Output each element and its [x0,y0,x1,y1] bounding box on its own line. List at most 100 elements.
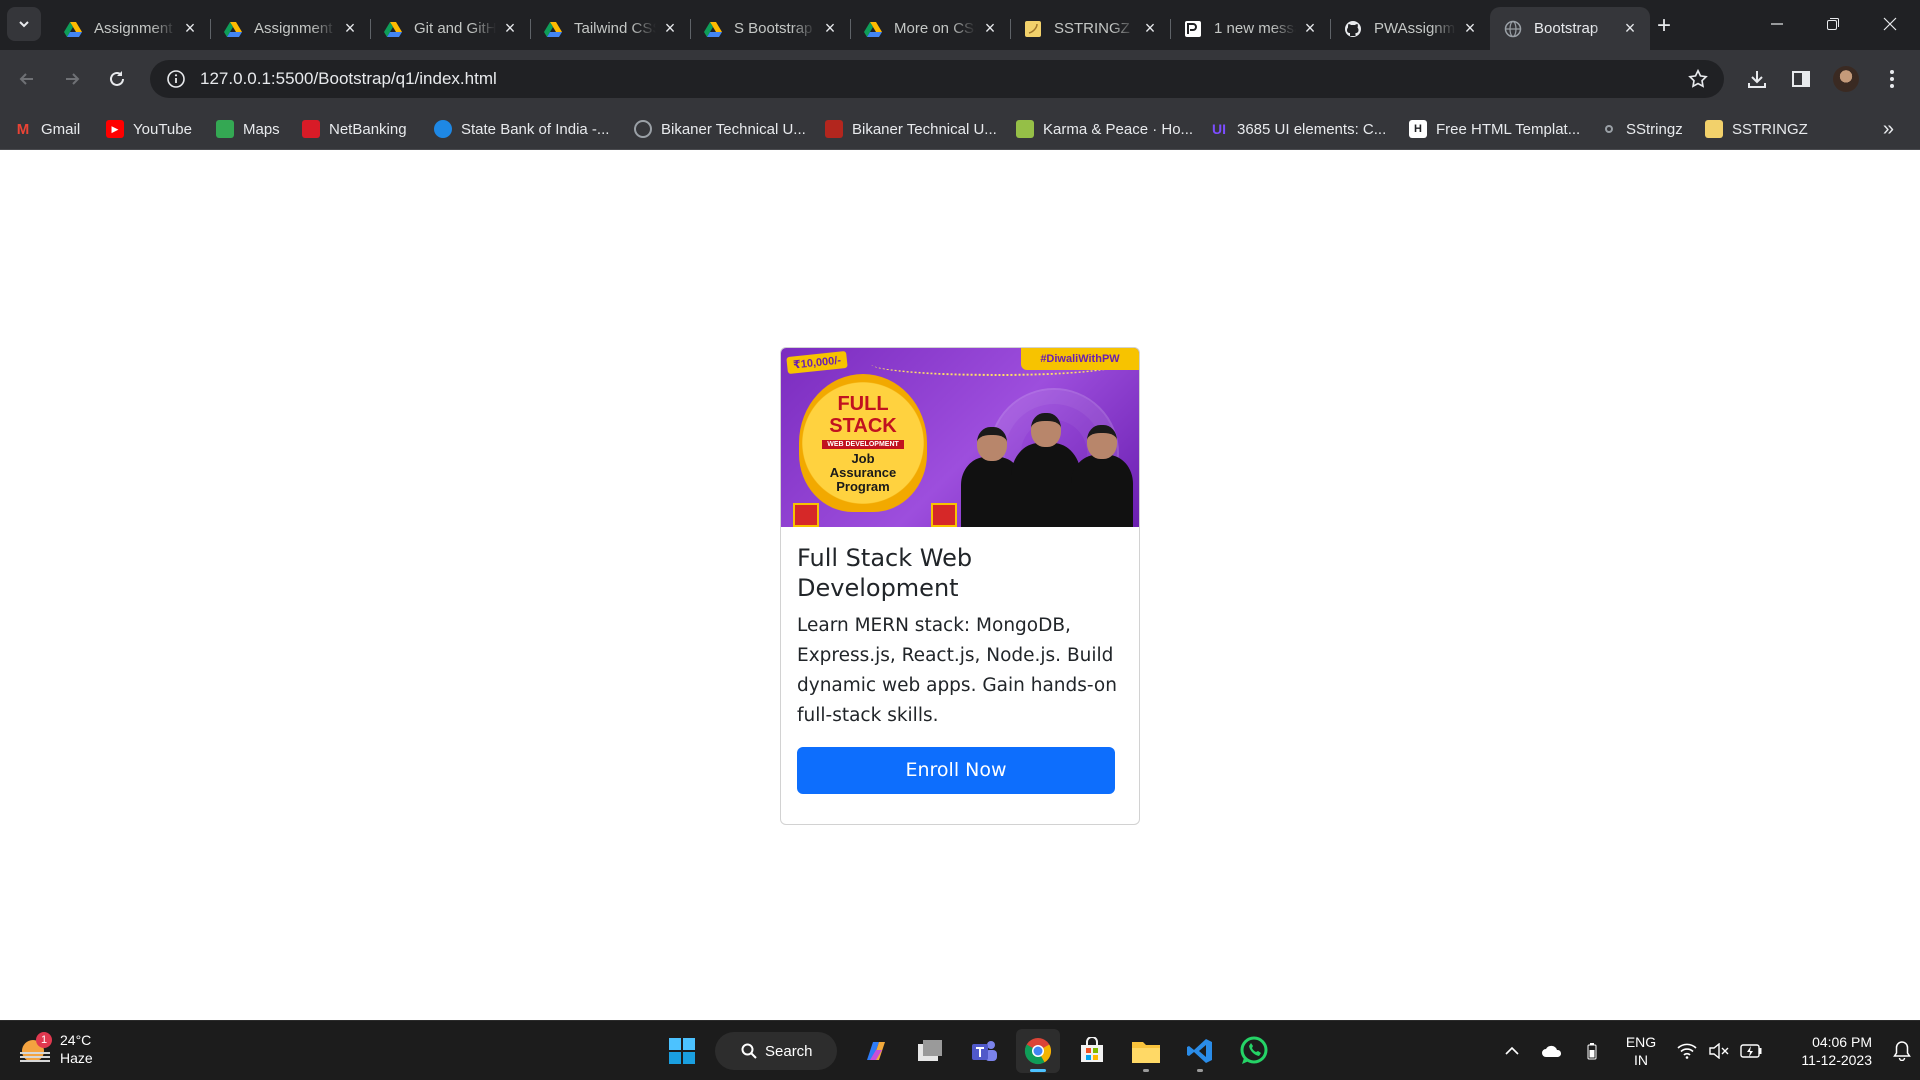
task-view-button[interactable] [908,1029,952,1073]
tab[interactable]: More on CSS × [850,7,1010,50]
tab[interactable]: Assignment × [210,7,370,50]
tab[interactable]: PWAssignment× [1330,7,1490,50]
bookmark-star-button[interactable] [1686,67,1710,91]
taskbar-search[interactable]: Search [715,1032,837,1070]
banner-price: ₹10,000/- [786,350,848,375]
battery-saver-button[interactable] [1572,1031,1612,1071]
onedrive-button[interactable] [1532,1031,1572,1071]
globe-icon [634,120,652,138]
tab-search-button[interactable] [7,7,41,41]
notification-bell-icon [1893,1041,1911,1061]
weather-widget[interactable]: 1 24°C Haze [20,1031,93,1067]
close-tab-icon[interactable]: × [820,18,840,39]
new-tab-button[interactable]: + [1650,12,1678,40]
close-tab-icon[interactable]: × [1300,18,1320,39]
start-button[interactable] [660,1029,704,1073]
back-button[interactable] [11,63,43,95]
bookmark-item[interactable]: Bikaner Technical U... [634,117,806,141]
bookmark-item[interactable]: UI 3685 UI elements: C... [1210,117,1386,141]
bookmark-item[interactable]: H Free HTML Templat... [1409,117,1580,141]
close-window-button[interactable] [1862,0,1918,48]
copilot-button[interactable] [854,1029,898,1073]
gmail-icon: M [16,120,30,138]
close-tab-icon[interactable]: × [1140,18,1160,39]
close-tab-icon[interactable]: × [340,18,360,39]
restore-button[interactable] [1805,0,1861,48]
volume-button[interactable] [1704,1031,1734,1071]
site-info-button[interactable] [158,64,194,94]
tab[interactable]: 1 new message× [1170,7,1330,50]
close-tab-icon[interactable]: × [1460,18,1480,39]
reload-button[interactable] [101,63,133,95]
bookmark-item[interactable]: ▶ YouTube [106,117,192,141]
profile-button[interactable] [1831,64,1861,94]
tab[interactable]: SSTRINGZ × [1010,7,1170,50]
more-bookmarks-button[interactable]: » [1883,118,1894,141]
taskbar-apps: Search [655,1029,1281,1073]
file-explorer-button[interactable] [1124,1029,1168,1073]
side-panel-button[interactable] [1786,64,1816,94]
store-icon [1081,1037,1103,1062]
tab[interactable]: Tailwind CSS × [530,7,690,50]
address-bar[interactable]: 127.0.0.1:5500/Bootstrap/q1/index.html [150,60,1724,98]
notifications-button[interactable] [1884,1031,1920,1071]
page-viewport: #DiwaliWithPW ₹10,000/- FULL STACK WEB D… [0,151,1920,1020]
battery-status-button[interactable] [1734,1031,1768,1071]
whatsapp-button[interactable] [1232,1029,1276,1073]
chrome-taskbar-button[interactable] [1016,1029,1060,1073]
bookmark-item[interactable]: Karma & Peace · Ho... [1016,117,1193,141]
clock[interactable]: 04:06 PM 11-12-2023 [1768,1033,1872,1069]
bookmark-item[interactable]: Maps [216,117,280,141]
running-indicator [1197,1069,1203,1072]
bookmark-item[interactable]: NetBanking [302,117,407,141]
chevron-up-icon [1505,1046,1519,1055]
search-icon [741,1043,757,1059]
input-language-indicator[interactable]: ENG IN [1612,1033,1670,1069]
close-tab-icon[interactable]: × [660,18,680,39]
close-tab-icon[interactable]: × [500,18,520,39]
uiverse-icon: UI [1212,121,1226,137]
bookmark-label: Maps [243,120,280,138]
card-text: Learn MERN stack: MongoDB, Express.js, R… [797,615,1117,726]
instructor-figure [1071,425,1133,527]
language-code: ENG [1625,1034,1657,1050]
close-icon [1883,17,1897,31]
google-drive-icon [224,20,242,38]
bookmark-item[interactable]: Bikaner Technical U... [825,117,997,141]
bookmark-label: Bikaner Technical U... [852,120,997,138]
bookmark-label: State Bank of India -... [461,120,610,138]
show-hidden-icons-button[interactable] [1492,1031,1532,1071]
tab[interactable]: S Bootstrap × [690,7,850,50]
tab-strip: Assignment×Assignment×Git and GitHub×Tai… [0,0,1920,50]
tab-title: Assignment [254,20,333,37]
wifi-button[interactable] [1670,1031,1704,1071]
minimize-button[interactable] [1749,0,1805,48]
bookmark-item[interactable]: State Bank of India -... [434,117,609,141]
vscode-button[interactable] [1178,1029,1222,1073]
url-text[interactable]: 127.0.0.1:5500/Bootstrap/q1/index.html [200,69,497,89]
close-tab-icon[interactable]: × [180,18,200,39]
tab-active[interactable]: Bootstrap × [1490,7,1650,50]
gift-box-decoration [931,503,957,527]
avatar [1833,66,1859,92]
vscode-icon [1187,1039,1212,1063]
dot-icon [1605,125,1613,133]
enroll-now-button[interactable]: Enroll Now [797,747,1115,794]
volume-muted-icon [1709,1043,1729,1059]
bookmark-label: SStringz [1626,120,1683,138]
teams-button[interactable] [962,1029,1006,1073]
bookmark-item[interactable]: SStringz [1600,117,1683,141]
bookmark-item[interactable]: SSTRINGZ [1705,117,1808,141]
tab[interactable]: Git and GitHub× [370,7,530,50]
navigation-bar: 127.0.0.1:5500/Bootstrap/q1/index.html [0,50,1920,108]
forward-button[interactable] [56,63,88,95]
menu-button[interactable] [1877,64,1907,94]
microsoft-store-button[interactable] [1070,1029,1114,1073]
close-tab-icon[interactable]: × [980,18,1000,39]
downloads-button[interactable] [1742,64,1772,94]
close-tab-icon[interactable]: × [1620,18,1640,39]
tab[interactable]: Assignment × [50,7,210,50]
more-vertical-icon [1890,70,1894,88]
bookmark-item[interactable]: M Gmail [14,117,80,141]
battery-charging-icon [1740,1044,1762,1058]
